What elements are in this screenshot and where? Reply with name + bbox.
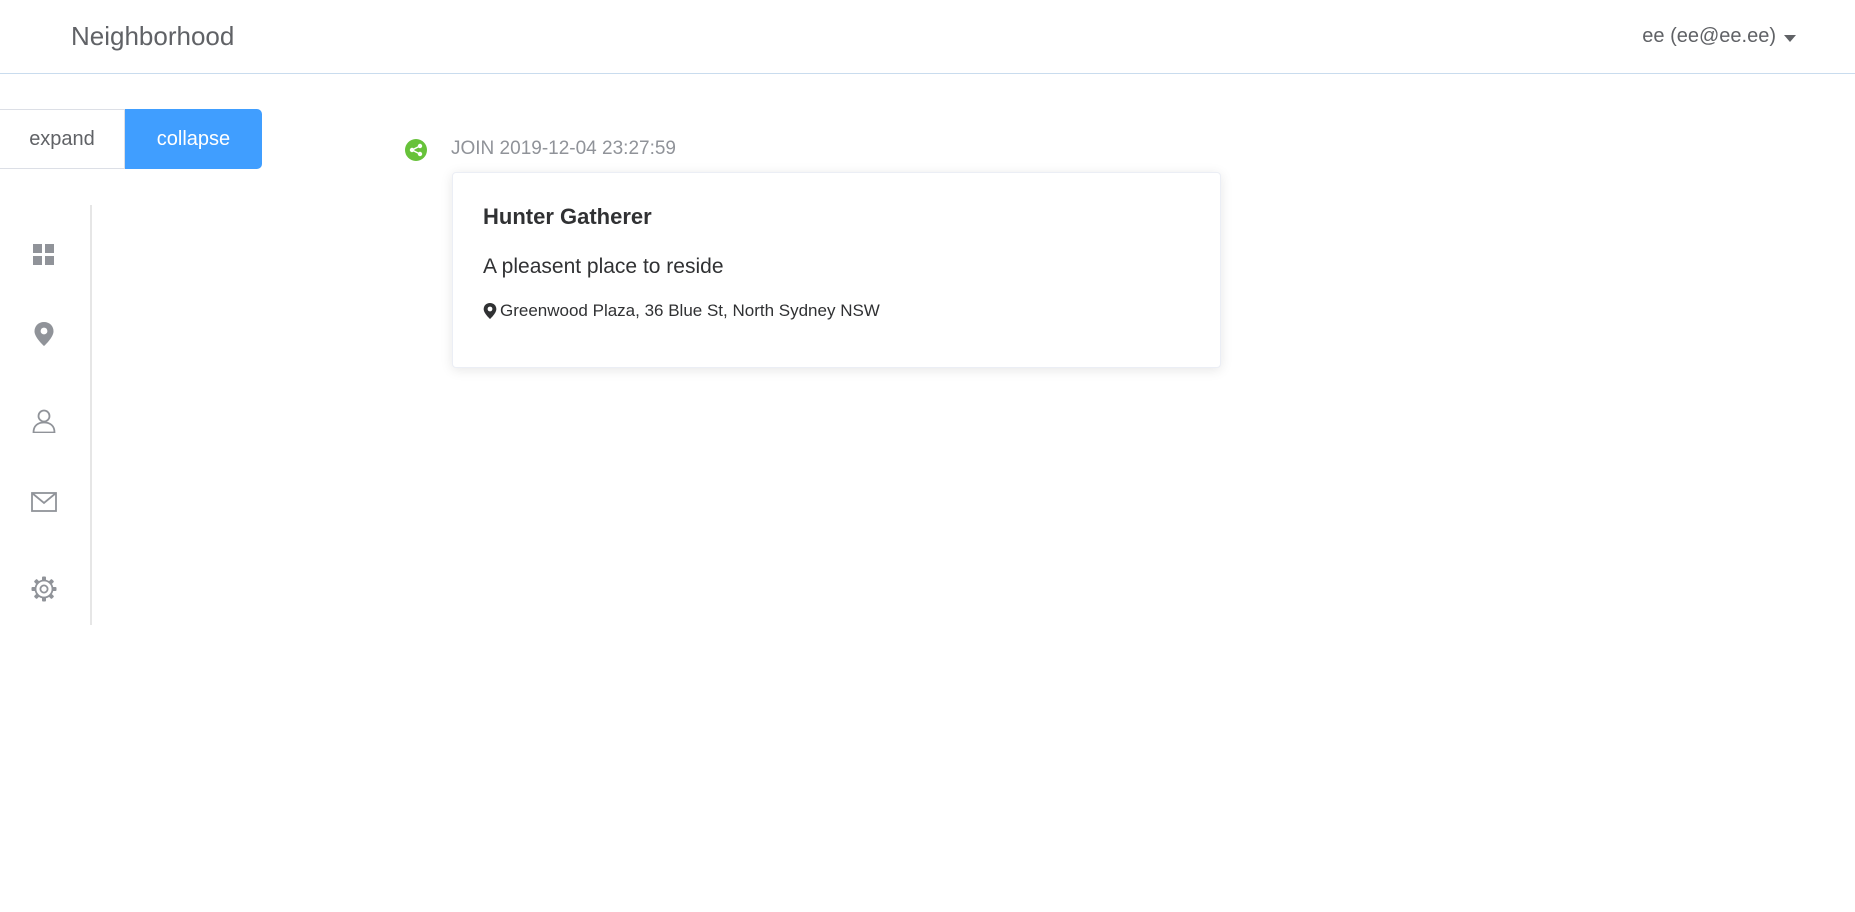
share-icon xyxy=(409,143,423,157)
neighborhood-card[interactable]: Hunter Gatherer A pleasent place to resi… xyxy=(452,172,1221,368)
brand-title[interactable]: Neighborhood xyxy=(71,21,234,52)
location-pin-icon xyxy=(483,303,497,319)
timeline-node xyxy=(405,139,427,161)
location-pin-icon xyxy=(34,322,54,346)
user-menu-label: ee (ee@ee.ee) xyxy=(1642,25,1776,47)
caret-down-icon xyxy=(1784,34,1796,42)
card-location: Greenwood Plaza, 36 Blue St, North Sydne… xyxy=(483,301,880,321)
sidebar-item-location[interactable] xyxy=(30,320,58,348)
sidebar-item-settings[interactable] xyxy=(30,575,58,603)
sidebar-toggle-group: expand collapse xyxy=(0,109,262,169)
sidebar-item-mail[interactable] xyxy=(30,488,58,516)
sidebar-item-dashboard[interactable] xyxy=(30,241,58,269)
card-description: A pleasent place to reside xyxy=(483,255,724,278)
sidebar-nav xyxy=(0,205,92,625)
dashboard-icon xyxy=(33,244,54,265)
gear-icon xyxy=(31,576,57,602)
expand-button[interactable]: expand xyxy=(0,109,125,169)
user-icon xyxy=(32,409,56,433)
user-menu[interactable]: ee (ee@ee.ee) xyxy=(1642,25,1796,48)
card-title: Hunter Gatherer xyxy=(483,204,652,229)
collapse-button[interactable]: collapse xyxy=(125,109,262,169)
mail-icon xyxy=(31,492,57,512)
top-header: Neighborhood ee (ee@ee.ee) xyxy=(0,0,1855,74)
card-location-text: Greenwood Plaza, 36 Blue St, North Sydne… xyxy=(500,301,880,320)
timeline-timestamp: JOIN 2019-12-04 23:27:59 xyxy=(451,138,676,159)
sidebar-item-user[interactable] xyxy=(30,407,58,435)
